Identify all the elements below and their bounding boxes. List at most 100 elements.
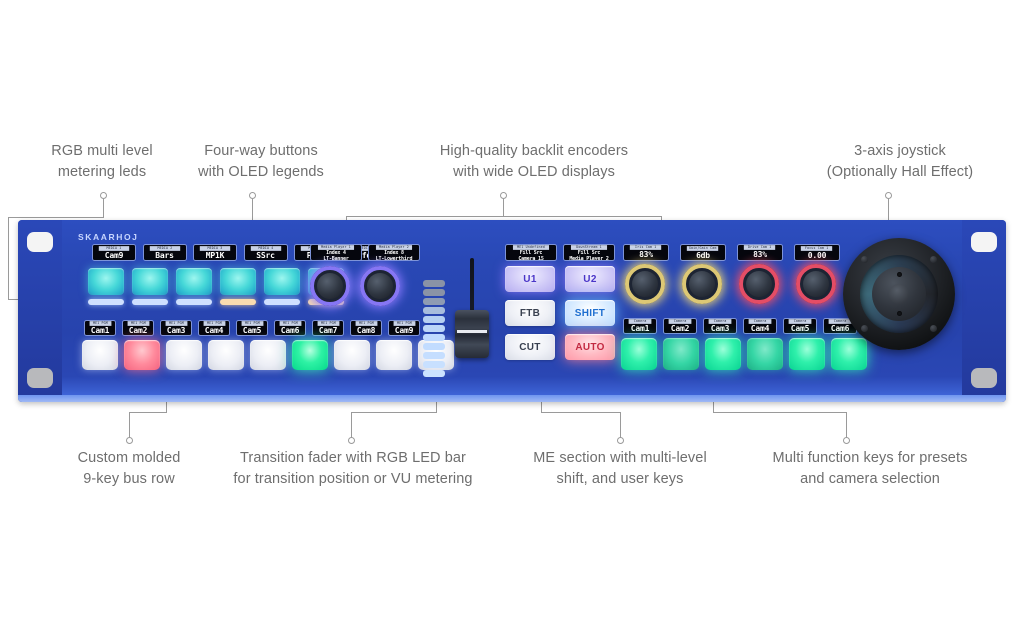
leader-line-fader-h <box>351 412 437 413</box>
encoder-oled-iris-header: Iris Cam 1 <box>630 245 662 250</box>
four-way-key-1[interactable] <box>88 268 124 295</box>
camera-oled-5-value: Cam5 <box>790 324 810 333</box>
encoder-left-1[interactable] <box>310 266 350 306</box>
bus-oled-3[interactable]: ME1 PGM Cam3 <box>160 320 192 336</box>
bus-key-5[interactable] <box>250 340 286 370</box>
leader-dot-me <box>617 437 624 444</box>
bus-key-6[interactable] <box>292 340 328 370</box>
bus-oled-9-header: ME1 PGM <box>393 321 415 326</box>
encoder-left-2[interactable] <box>360 266 400 306</box>
encoder-oled-gain-header: Gain/Gain Cam 1 <box>687 245 719 254</box>
bus-key-8[interactable] <box>376 340 412 370</box>
joystick-hat[interactable] <box>872 267 926 321</box>
encoder-iris[interactable] <box>625 264 665 304</box>
bus-oled-5-header: ME1 PGM <box>241 321 263 326</box>
top-oled-4[interactable]: MEDIA 4 SSrc <box>243 244 288 261</box>
top-oled-2[interactable]: MEDIA 2 Bars <box>142 244 187 261</box>
bus-oled-5[interactable]: ME1 PGM Cam5 <box>236 320 268 336</box>
encoder-left-1-cap <box>317 273 343 299</box>
leader-line-mk-h <box>713 412 847 413</box>
leader-line-rgb-h1 <box>8 217 104 218</box>
wide-oled-2[interactable]: Media Player 2 Index 8 LT-Lowerthird <box>368 244 420 261</box>
me-button-ftb[interactable]: FTB <box>505 300 555 326</box>
bus-oled-2[interactable]: ME1 PGM Cam2 <box>122 320 154 336</box>
camera-key-2[interactable] <box>663 338 699 370</box>
camera-key-6[interactable] <box>831 338 867 370</box>
bus-oled-1-value: Cam1 <box>90 326 110 335</box>
me-button-u2[interactable]: U2 <box>565 266 615 292</box>
bus-key-1[interactable] <box>82 340 118 370</box>
me-button-auto[interactable]: AUTO <box>565 334 615 360</box>
callout-four-way: Four-way buttons with OLED legends <box>198 143 324 181</box>
me-button-cut[interactable]: CUT <box>505 334 555 360</box>
me-button-u1[interactable]: U1 <box>505 266 555 292</box>
right-oled-1[interactable]: ME1 Undefined Fill Src Camera 15 <box>505 244 557 261</box>
control-panel: SKAARHOJ MEDIA 1 Cam9 MEDIA 2 Bars MEDIA… <box>18 220 1006 402</box>
bus-oled-4[interactable]: ME1 PGM Cam4 <box>198 320 230 336</box>
bus-oled-7[interactable]: ME1 PGM Cam7 <box>312 320 344 336</box>
encoder-oled-drive[interactable]: Drive Cam 1 83% <box>737 244 783 261</box>
right-oled-2[interactable]: DownStream 1 Fill Src Media Player 2 <box>563 244 615 261</box>
bus-key-2[interactable] <box>124 340 160 370</box>
camera-key-3[interactable] <box>705 338 741 370</box>
top-oled-1[interactable]: MEDIA 1 Cam9 <box>92 244 136 261</box>
transition-fader-knob[interactable] <box>455 310 489 358</box>
camera-oled-3[interactable]: Camera Cam3 <box>703 318 737 334</box>
leader-line-enc-h <box>346 216 662 217</box>
camera-oled-2-value: Cam2 <box>670 324 690 333</box>
bus-oled-1[interactable]: ME1 PGM Cam1 <box>84 320 116 336</box>
joystick-ring <box>860 255 938 333</box>
joystick[interactable] <box>843 238 955 350</box>
camera-key-4[interactable] <box>747 338 783 370</box>
top-oled-2-header: MEDIA 2 <box>149 245 180 251</box>
wide-oled-1[interactable]: Media Player 1 Index 4 LT-Banner <box>310 244 362 261</box>
four-way-key-3[interactable] <box>176 268 212 295</box>
rgb-metering-led-5 <box>264 299 300 305</box>
four-way-key-4[interactable] <box>220 268 256 295</box>
camera-oled-5[interactable]: Camera Cam5 <box>783 318 817 334</box>
led-segment-5 <box>423 316 445 323</box>
camera-oled-6-header: Camera <box>828 319 852 324</box>
camera-oled-3-header: Camera <box>708 319 732 324</box>
four-way-key-2[interactable] <box>132 268 168 295</box>
camera-oled-2[interactable]: Camera Cam2 <box>663 318 697 334</box>
encoder-oled-iris[interactable]: Iris Cam 1 83% <box>623 244 669 261</box>
top-oled-4-header: MEDIA 4 <box>250 245 281 251</box>
bus-oled-9[interactable]: ME1 PGM Cam9 <box>388 320 420 336</box>
encoder-oled-focus-header: Focus Cam 1 <box>801 245 833 251</box>
encoder-oled-drive-value: 83% <box>753 250 767 259</box>
camera-oled-4-header: Camera <box>748 319 772 324</box>
rgb-metering-led-1 <box>88 299 124 305</box>
led-segment-7 <box>423 334 445 341</box>
bus-oled-6-header: ME1 PGM <box>279 321 301 326</box>
encoder-drive[interactable] <box>739 264 779 304</box>
leader-dot-four-way <box>249 192 256 199</box>
camera-key-1[interactable] <box>621 338 657 370</box>
bus-key-3[interactable] <box>166 340 202 370</box>
camera-oled-1[interactable]: Camera Cam1 <box>623 318 657 334</box>
bus-oled-6[interactable]: ME1 PGM Cam6 <box>274 320 306 336</box>
camera-key-5[interactable] <box>789 338 825 370</box>
bus-key-4[interactable] <box>208 340 244 370</box>
me-button-shift[interactable]: SHIFT <box>565 300 615 326</box>
bus-oled-3-value: Cam3 <box>166 326 186 335</box>
encoder-focus[interactable] <box>796 264 836 304</box>
top-oled-3[interactable]: MEDIA 3 MP1K <box>193 244 237 261</box>
camera-oled-2-header: Camera <box>668 319 692 324</box>
camera-oled-3-value: Cam3 <box>710 324 730 333</box>
camera-oled-4[interactable]: Camera Cam4 <box>743 318 777 334</box>
encoder-oled-iris-value: 83% <box>639 250 653 259</box>
bus-oled-row: ME1 PGM Cam1 ME1 PGM Cam2 ME1 PGM Cam3 M… <box>84 320 420 336</box>
rack-screw-hole-bottom-right <box>971 368 997 388</box>
four-way-key-5[interactable] <box>264 268 300 295</box>
bus-oled-8[interactable]: ME1 PGM Cam8 <box>350 320 382 336</box>
encoder-oled-gain[interactable]: Gain/Gain Cam 1 6db <box>680 244 726 261</box>
led-segment-1 <box>423 280 445 287</box>
leader-line-bus-v <box>129 412 130 438</box>
fader-knob-indicator-line <box>457 330 487 333</box>
bus-key-7[interactable] <box>334 340 370 370</box>
encoder-gain[interactable] <box>682 264 722 304</box>
leader-dot-encoders <box>500 192 507 199</box>
encoder-oled-focus[interactable]: Focus Cam 1 0.00 <box>794 244 840 261</box>
joystick-center-button[interactable] <box>889 284 909 304</box>
